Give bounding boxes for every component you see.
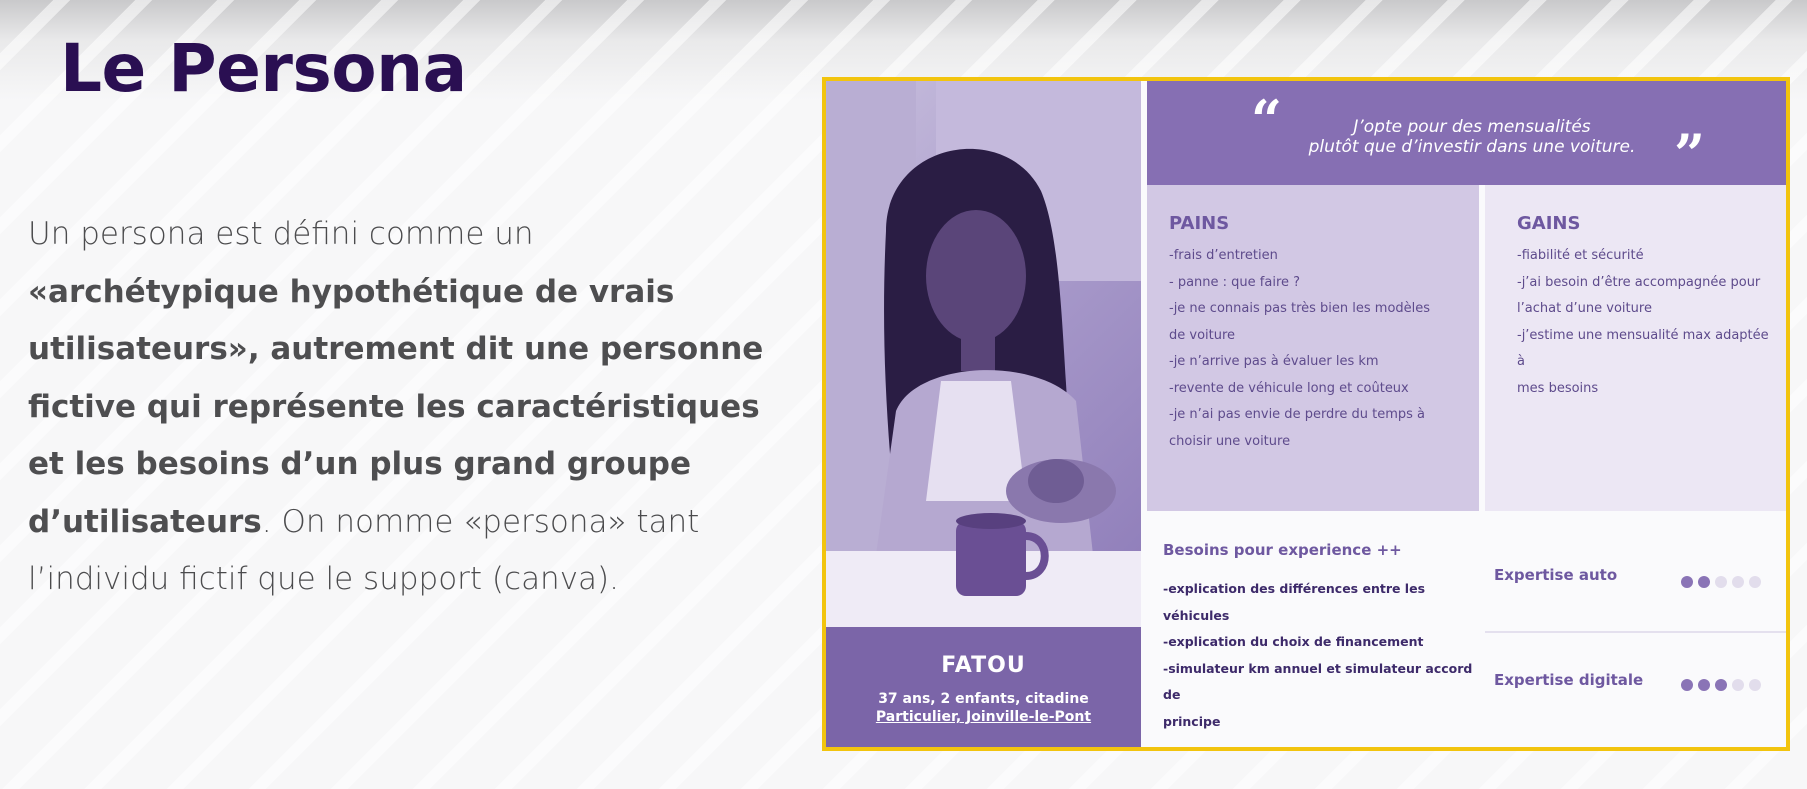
list-item: -j’ai besoin d’être accompagnée pour — [1517, 274, 1761, 290]
persona-name-block: FATOU 37 ans, 2 enfants, citadine Partic… — [826, 627, 1141, 747]
slide-body-text: Un persona est défini comme un «archétyp… — [28, 206, 788, 609]
quote-line-2: plutôt que d’investir dans une voiture. — [1308, 137, 1636, 157]
expertise-digital-label: Expertise digitale — [1494, 671, 1644, 689]
expertise-digital-rating — [1681, 679, 1761, 691]
body-text-intro: Un persona est défini comme un — [28, 216, 534, 252]
list-item: principe — [1163, 713, 1221, 729]
list-item: -je n’arrive pas à évaluer les km — [1169, 354, 1379, 369]
rating-dot-filled — [1715, 679, 1727, 691]
list-item: -fiabilité et sécurité — [1517, 248, 1644, 263]
persona-demographics: 37 ans, 2 enfants, citadine — [878, 691, 1089, 707]
list-item: -explication du choix de financement — [1163, 634, 1424, 649]
besoins-title: Besoins pour experience ++ — [1163, 541, 1402, 559]
list-item: mes besoins — [1517, 380, 1599, 396]
gains-title: GAINS — [1517, 213, 1581, 234]
besoins-list: -explication des différences entre les v… — [1163, 576, 1481, 735]
list-item: - panne : que faire ? — [1169, 274, 1301, 290]
list-item: -simulateur km annuel et simulateur acco… — [1163, 660, 1473, 703]
rating-dot-filled — [1681, 576, 1693, 588]
rating-dot-empty — [1732, 679, 1744, 691]
expertise-divider — [1485, 631, 1786, 633]
rating-dot-empty — [1732, 576, 1744, 588]
persona-quote: J’opte pour des mensualités plutôt que d… — [1297, 117, 1647, 157]
list-item: -je ne connais pas très bien les modèles — [1169, 301, 1431, 316]
rating-dot-filled — [1681, 679, 1693, 691]
quote-band: “ J’opte pour des mensualités plutôt que… — [1147, 81, 1786, 185]
rating-dot-filled — [1698, 576, 1710, 588]
persona-photo — [826, 81, 1141, 627]
list-item: -j’estime une mensualité max adaptée à — [1517, 327, 1769, 370]
list-item: -explication des différences entre les v… — [1163, 581, 1426, 623]
slide-title: Le Persona — [60, 30, 467, 107]
persona-photo-illustration — [826, 81, 1141, 627]
close-quote-icon: ” — [1674, 122, 1706, 186]
list-item: -revente de véhicule long et coûteux — [1169, 380, 1409, 396]
persona-location: Particulier, Joinville-le-Pont — [875, 709, 1092, 725]
rating-dot-empty — [1715, 576, 1727, 588]
list-item: -frais d’entretien — [1169, 248, 1278, 263]
rating-dot-filled — [1698, 679, 1710, 691]
quote-line-1: J’opte pour des mensualités — [1353, 117, 1591, 137]
pains-title: PAINS — [1169, 213, 1230, 234]
rating-dot-empty — [1749, 679, 1761, 691]
list-item: de voiture — [1169, 327, 1236, 343]
gains-list: -fiabilité et sécurité -j’ai besoin d’êt… — [1517, 243, 1777, 402]
body-text-definition: «archétypique hypothétique de vrais util… — [28, 273, 764, 540]
list-item: l’achat d’une voiture — [1517, 301, 1652, 316]
persona-card: FATOU 37 ans, 2 enfants, citadine Partic… — [822, 77, 1790, 751]
pains-list: -frais d’entretien - panne : que faire ?… — [1169, 243, 1459, 455]
rating-dot-empty — [1749, 576, 1761, 588]
list-item: -je n’ai pas envie de perdre du temps à — [1169, 407, 1426, 422]
persona-name: FATOU — [941, 653, 1026, 678]
expertise-auto-rating — [1681, 576, 1761, 588]
open-quote-icon: “ — [1251, 88, 1283, 152]
list-item: choisir une voiture — [1169, 433, 1291, 449]
expertise-auto-label: Expertise auto — [1494, 566, 1618, 584]
